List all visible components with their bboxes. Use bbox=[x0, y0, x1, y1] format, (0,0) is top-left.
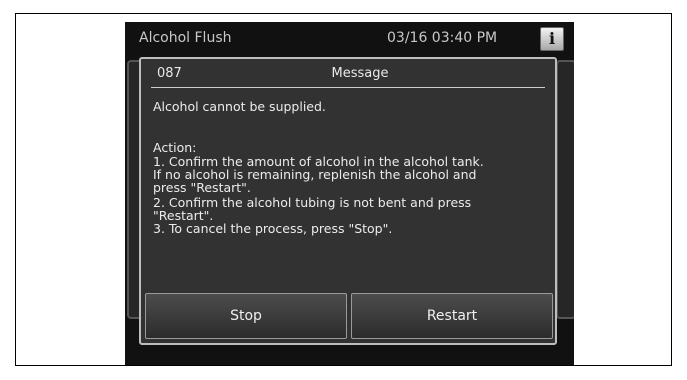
date-time: 03/16 03:40 PM bbox=[387, 30, 498, 46]
action-line: 3. To cancel the process, press "Stop". bbox=[153, 221, 393, 236]
message-text: Alcohol cannot be supplied. bbox=[153, 99, 326, 114]
message-dialog: 087 Message Alcohol cannot be supplied. … bbox=[139, 57, 557, 345]
device-screen: Alcohol Flush 03/16 03:40 PM i 087 Messa… bbox=[125, 22, 574, 365]
restart-button[interactable]: Restart bbox=[351, 293, 553, 339]
message-title: Message bbox=[331, 66, 389, 81]
stop-button[interactable]: Stop bbox=[145, 293, 347, 339]
info-icon[interactable]: i bbox=[540, 27, 564, 51]
action-label: Action: bbox=[153, 140, 197, 155]
screen-title: Alcohol Flush bbox=[139, 30, 232, 46]
background-panel-right bbox=[556, 60, 574, 319]
action-line: press "Restart". bbox=[153, 180, 251, 195]
title-divider bbox=[151, 87, 545, 88]
